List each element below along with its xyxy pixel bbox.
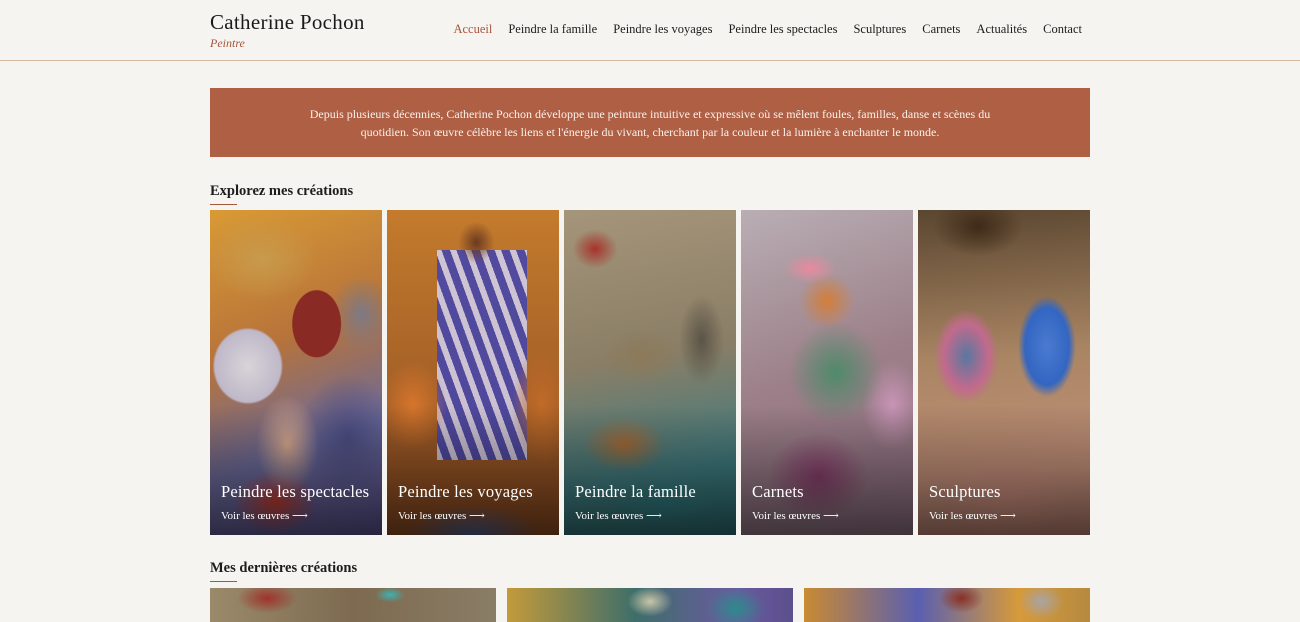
card-link[interactable]: Voir les œuvres ⟶ <box>221 509 308 522</box>
nav-item-contact[interactable]: Contact <box>1043 22 1082 37</box>
card-title: Peindre les spectacles <box>221 482 370 501</box>
site-logo[interactable]: Catherine Pochon Peintre <box>210 10 365 51</box>
category-card-sculptures[interactable]: Sculptures Voir les œuvres ⟶ <box>918 210 1090 535</box>
nav-item-peindre-les-spectacles[interactable]: Peindre les spectacles <box>728 22 837 37</box>
nav-item-sculptures[interactable]: Sculptures <box>853 22 906 37</box>
card-link[interactable]: Voir les œuvres ⟶ <box>752 509 839 522</box>
site-header: Catherine Pochon Peintre Accueil Peindre… <box>0 0 1300 61</box>
nav-item-peindre-la-famille[interactable]: Peindre la famille <box>508 22 597 37</box>
latest-creations-grid <box>210 588 1090 622</box>
category-card-voyages[interactable]: Peindre les voyages Voir les œuvres ⟶ <box>387 210 559 535</box>
category-card-famille[interactable]: Peindre la famille Voir les œuvres ⟶ <box>564 210 736 535</box>
card-link[interactable]: Voir les œuvres ⟶ <box>398 509 485 522</box>
card-link[interactable]: Voir les œuvres ⟶ <box>929 509 1016 522</box>
card-link[interactable]: Voir les œuvres ⟶ <box>575 509 662 522</box>
latest-section-title: Mes dernières créations <box>210 560 358 582</box>
intro-text: Depuis plusieurs décennies, Catherine Po… <box>309 106 991 139</box>
category-card-spectacles[interactable]: Peindre les spectacles Voir les œuvres ⟶ <box>210 210 382 535</box>
card-title: Carnets <box>752 482 804 501</box>
latest-artwork-thumbnail[interactable] <box>804 588 1090 622</box>
nav-item-actualites[interactable]: Actualités <box>976 22 1027 37</box>
category-cards: Peindre les spectacles Voir les œuvres ⟶… <box>210 210 1090 535</box>
intro-banner: Depuis plusieurs décennies, Catherine Po… <box>210 88 1090 157</box>
brand-subtitle: Peintre <box>210 36 245 50</box>
latest-artwork-thumbnail[interactable] <box>507 588 793 622</box>
category-card-carnets[interactable]: Carnets Voir les œuvres ⟶ <box>741 210 913 535</box>
explore-section-title: Explorez mes créations <box>210 183 354 205</box>
nav-item-peindre-les-voyages[interactable]: Peindre les voyages <box>613 22 712 37</box>
main-nav: Accueil Peindre la famille Peindre les v… <box>437 22 1082 37</box>
nav-item-accueil[interactable]: Accueil <box>453 22 492 37</box>
card-title: Peindre la famille <box>575 482 696 501</box>
latest-artwork-thumbnail[interactable] <box>210 588 496 622</box>
nav-item-carnets[interactable]: Carnets <box>922 22 960 37</box>
card-title: Sculptures <box>929 482 1001 501</box>
brand-name: Catherine Pochon <box>210 10 365 34</box>
card-title: Peindre les voyages <box>398 482 533 501</box>
